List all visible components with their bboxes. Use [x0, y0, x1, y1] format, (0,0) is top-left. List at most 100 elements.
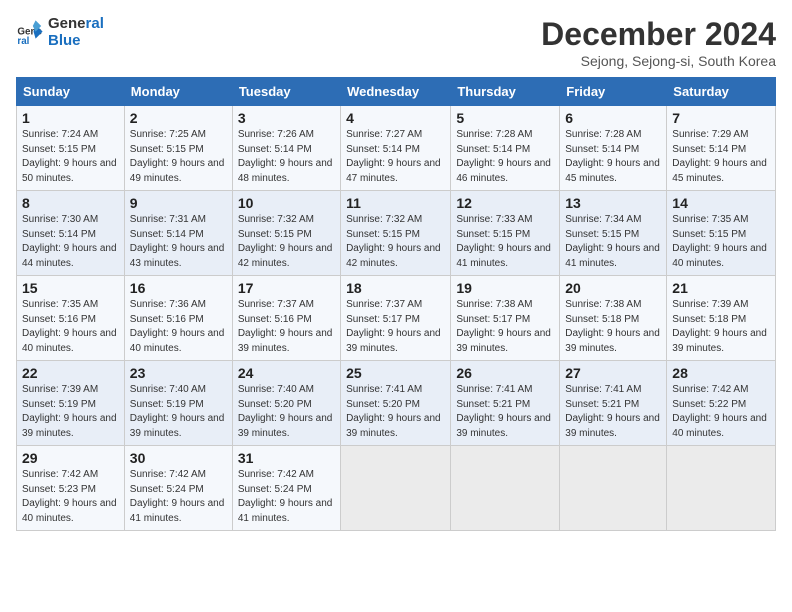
day-cell-5: 5 Sunrise: 7:28 AMSunset: 5:14 PMDayligh…	[451, 106, 560, 191]
col-header-sunday: Sunday	[17, 78, 125, 106]
day-info: Sunrise: 7:35 AMSunset: 5:15 PMDaylight:…	[672, 214, 767, 269]
day-cell-11: 11 Sunrise: 7:32 AMSunset: 5:15 PMDaylig…	[341, 191, 451, 276]
day-number: 10	[238, 195, 335, 211]
title-block: December 2024 Sejong, Sejong-si, South K…	[541, 16, 776, 69]
day-info: Sunrise: 7:24 AMSunset: 5:15 PMDaylight:…	[22, 129, 117, 184]
day-number: 8	[22, 195, 119, 211]
day-cell-18: 18 Sunrise: 7:37 AMSunset: 5:17 PMDaylig…	[341, 276, 451, 361]
calendar-week-3: 15 Sunrise: 7:35 AMSunset: 5:16 PMDaylig…	[17, 276, 776, 361]
day-cell-8: 8 Sunrise: 7:30 AMSunset: 5:14 PMDayligh…	[17, 191, 125, 276]
day-number: 20	[565, 280, 661, 296]
day-number: 5	[456, 110, 554, 126]
day-number: 7	[672, 110, 770, 126]
day-info: Sunrise: 7:42 AMSunset: 5:24 PMDaylight:…	[238, 469, 333, 524]
day-number: 17	[238, 280, 335, 296]
logo-text: General	[48, 16, 104, 33]
day-info: Sunrise: 7:38 AMSunset: 5:17 PMDaylight:…	[456, 299, 551, 354]
day-info: Sunrise: 7:30 AMSunset: 5:14 PMDaylight:…	[22, 214, 117, 269]
day-info: Sunrise: 7:41 AMSunset: 5:21 PMDaylight:…	[565, 384, 660, 439]
day-cell-30: 30 Sunrise: 7:42 AMSunset: 5:24 PMDaylig…	[124, 446, 232, 531]
calendar-week-5: 29 Sunrise: 7:42 AMSunset: 5:23 PMDaylig…	[17, 446, 776, 531]
day-number: 14	[672, 195, 770, 211]
day-info: Sunrise: 7:37 AMSunset: 5:17 PMDaylight:…	[346, 299, 441, 354]
day-number: 6	[565, 110, 661, 126]
day-info: Sunrise: 7:42 AMSunset: 5:22 PMDaylight:…	[672, 384, 767, 439]
day-info: Sunrise: 7:42 AMSunset: 5:23 PMDaylight:…	[22, 469, 117, 524]
day-info: Sunrise: 7:34 AMSunset: 5:15 PMDaylight:…	[565, 214, 660, 269]
calendar-week-2: 8 Sunrise: 7:30 AMSunset: 5:14 PMDayligh…	[17, 191, 776, 276]
day-info: Sunrise: 7:32 AMSunset: 5:15 PMDaylight:…	[346, 214, 441, 269]
day-number: 31	[238, 450, 335, 466]
day-cell-2: 2 Sunrise: 7:25 AMSunset: 5:15 PMDayligh…	[124, 106, 232, 191]
day-number: 28	[672, 365, 770, 381]
day-number: 9	[130, 195, 227, 211]
empty-cell	[667, 446, 776, 531]
day-number: 29	[22, 450, 119, 466]
day-number: 13	[565, 195, 661, 211]
day-info: Sunrise: 7:40 AMSunset: 5:19 PMDaylight:…	[130, 384, 225, 439]
day-info: Sunrise: 7:39 AMSunset: 5:19 PMDaylight:…	[22, 384, 117, 439]
day-cell-9: 9 Sunrise: 7:31 AMSunset: 5:14 PMDayligh…	[124, 191, 232, 276]
day-cell-22: 22 Sunrise: 7:39 AMSunset: 5:19 PMDaylig…	[17, 361, 125, 446]
day-info: Sunrise: 7:42 AMSunset: 5:24 PMDaylight:…	[130, 469, 225, 524]
col-header-saturday: Saturday	[667, 78, 776, 106]
calendar-week-4: 22 Sunrise: 7:39 AMSunset: 5:19 PMDaylig…	[17, 361, 776, 446]
calendar-week-1: 1 Sunrise: 7:24 AMSunset: 5:15 PMDayligh…	[17, 106, 776, 191]
day-cell-10: 10 Sunrise: 7:32 AMSunset: 5:15 PMDaylig…	[232, 191, 340, 276]
month-title: December 2024	[541, 16, 776, 53]
day-cell-13: 13 Sunrise: 7:34 AMSunset: 5:15 PMDaylig…	[560, 191, 667, 276]
day-cell-20: 20 Sunrise: 7:38 AMSunset: 5:18 PMDaylig…	[560, 276, 667, 361]
day-number: 21	[672, 280, 770, 296]
day-info: Sunrise: 7:41 AMSunset: 5:20 PMDaylight:…	[346, 384, 441, 439]
day-info: Sunrise: 7:37 AMSunset: 5:16 PMDaylight:…	[238, 299, 333, 354]
day-info: Sunrise: 7:40 AMSunset: 5:20 PMDaylight:…	[238, 384, 333, 439]
day-info: Sunrise: 7:39 AMSunset: 5:18 PMDaylight:…	[672, 299, 767, 354]
day-info: Sunrise: 7:26 AMSunset: 5:14 PMDaylight:…	[238, 129, 333, 184]
location-subtitle: Sejong, Sejong-si, South Korea	[541, 53, 776, 69]
col-header-thursday: Thursday	[451, 78, 560, 106]
svg-text:ral: ral	[17, 36, 29, 47]
day-cell-1: 1 Sunrise: 7:24 AMSunset: 5:15 PMDayligh…	[17, 106, 125, 191]
day-number: 22	[22, 365, 119, 381]
day-number: 12	[456, 195, 554, 211]
day-number: 1	[22, 110, 119, 126]
day-number: 19	[456, 280, 554, 296]
day-number: 3	[238, 110, 335, 126]
day-info: Sunrise: 7:28 AMSunset: 5:14 PMDaylight:…	[456, 129, 551, 184]
day-info: Sunrise: 7:38 AMSunset: 5:18 PMDaylight:…	[565, 299, 660, 354]
col-header-wednesday: Wednesday	[341, 78, 451, 106]
day-number: 27	[565, 365, 661, 381]
day-number: 30	[130, 450, 227, 466]
page-header: Gene ral General Blue December 2024 Sejo…	[16, 16, 776, 69]
day-number: 25	[346, 365, 445, 381]
day-cell-28: 28 Sunrise: 7:42 AMSunset: 5:22 PMDaylig…	[667, 361, 776, 446]
calendar-table: SundayMondayTuesdayWednesdayThursdayFrid…	[16, 77, 776, 531]
day-number: 18	[346, 280, 445, 296]
day-cell-4: 4 Sunrise: 7:27 AMSunset: 5:14 PMDayligh…	[341, 106, 451, 191]
day-info: Sunrise: 7:27 AMSunset: 5:14 PMDaylight:…	[346, 129, 441, 184]
general-blue-logo-icon: Gene ral	[16, 19, 44, 47]
day-number: 23	[130, 365, 227, 381]
day-cell-17: 17 Sunrise: 7:37 AMSunset: 5:16 PMDaylig…	[232, 276, 340, 361]
day-info: Sunrise: 7:33 AMSunset: 5:15 PMDaylight:…	[456, 214, 551, 269]
empty-cell	[341, 446, 451, 531]
day-cell-26: 26 Sunrise: 7:41 AMSunset: 5:21 PMDaylig…	[451, 361, 560, 446]
day-info: Sunrise: 7:35 AMSunset: 5:16 PMDaylight:…	[22, 299, 117, 354]
logo-blue-text: Blue	[48, 33, 104, 50]
logo: Gene ral General Blue	[16, 16, 104, 49]
day-info: Sunrise: 7:41 AMSunset: 5:21 PMDaylight:…	[456, 384, 551, 439]
day-info: Sunrise: 7:29 AMSunset: 5:14 PMDaylight:…	[672, 129, 767, 184]
day-number: 15	[22, 280, 119, 296]
day-number: 26	[456, 365, 554, 381]
day-number: 11	[346, 195, 445, 211]
day-info: Sunrise: 7:25 AMSunset: 5:15 PMDaylight:…	[130, 129, 225, 184]
day-cell-14: 14 Sunrise: 7:35 AMSunset: 5:15 PMDaylig…	[667, 191, 776, 276]
day-number: 4	[346, 110, 445, 126]
day-number: 24	[238, 365, 335, 381]
day-cell-31: 31 Sunrise: 7:42 AMSunset: 5:24 PMDaylig…	[232, 446, 340, 531]
day-info: Sunrise: 7:32 AMSunset: 5:15 PMDaylight:…	[238, 214, 333, 269]
day-number: 2	[130, 110, 227, 126]
day-info: Sunrise: 7:36 AMSunset: 5:16 PMDaylight:…	[130, 299, 225, 354]
day-info: Sunrise: 7:31 AMSunset: 5:14 PMDaylight:…	[130, 214, 225, 269]
col-header-friday: Friday	[560, 78, 667, 106]
